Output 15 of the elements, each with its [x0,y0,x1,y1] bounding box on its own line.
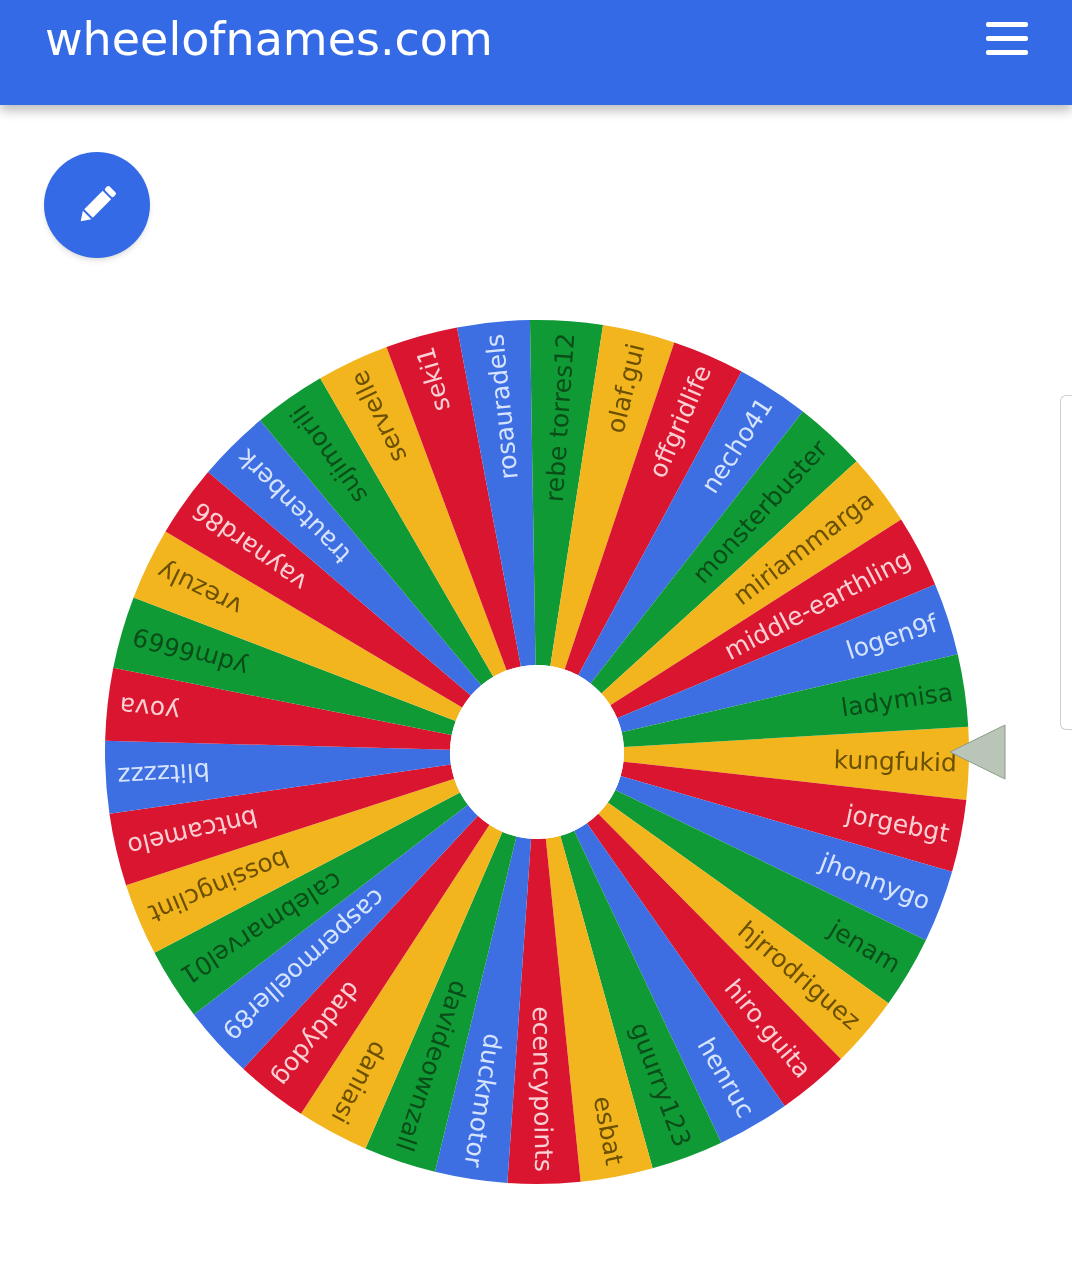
segment-label: ecencypoints [526,1006,559,1173]
segment-label: rosauradels [480,332,524,481]
segment-label: blitzzzz [116,756,211,792]
segment-label: jorgebgt [843,799,952,848]
wheel-center[interactable] [450,665,624,839]
segment-label: duckmotor [458,1031,508,1170]
segment-label: olaf.gui [600,340,651,436]
segment-label: esbat [587,1093,629,1168]
segment-label: kungfukid [833,745,958,778]
segment-label: seki1 [410,343,457,415]
segment-label: yova [118,691,182,727]
menu-icon[interactable] [986,21,1028,56]
segment-label: ladymisa [839,677,955,723]
segment-label: rebe torres12 [539,332,581,503]
site-title[interactable]: wheelofnames.com [45,15,493,62]
